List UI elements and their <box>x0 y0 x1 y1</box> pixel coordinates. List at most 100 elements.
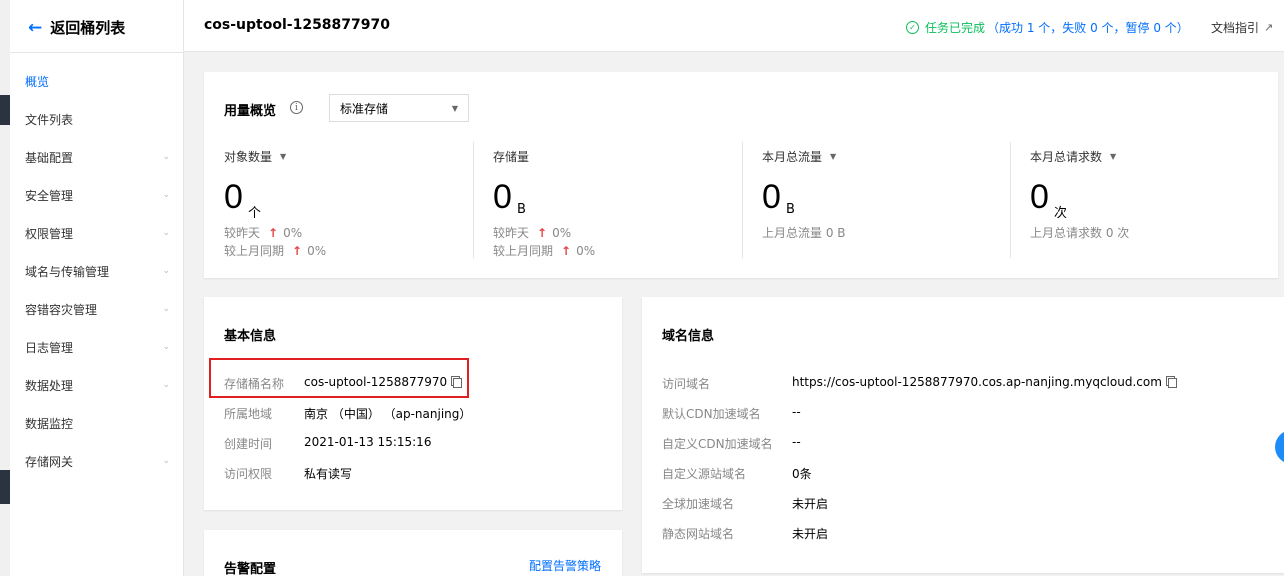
metric-label: 对象数量 <box>224 150 273 164</box>
caret-down-icon: ▼ <box>451 103 458 113</box>
sidebar-item-label: 数据处理 <box>25 378 74 393</box>
sidebar-item-label: 权限管理 <box>25 226 74 241</box>
sidebar-item-file-list[interactable]: 文件列表 <box>25 109 170 129</box>
left-edge-strip <box>0 0 10 576</box>
storage-class-value: 标准存储 <box>340 101 389 116</box>
chevron-down-icon: ⌄ <box>162 228 170 238</box>
domain-row-default-cdn: 默认CDN加速域名 -- <box>662 405 1262 422</box>
metric-unit: B <box>517 202 526 217</box>
info-key: 自定义源站域名 <box>662 467 747 481</box>
metric-compare-yesterday: 较昨天 ↑ 0% <box>224 224 302 241</box>
access-domain-value: https://cos-uptool-1258877970.cos.ap-nan… <box>792 375 1162 389</box>
chevron-down-icon: ⌄ <box>162 304 170 314</box>
metric-monthly-traffic: 本月总流量 ▼ 0 B 上月总流量 0 B <box>742 142 1010 262</box>
metric-monthly-requests: 本月总请求数 ▼ 0 次 上月总请求数 0 次 <box>1010 142 1278 262</box>
info-value: 未开启 <box>792 527 829 541</box>
alarm-title: 告警配置 <box>224 562 277 576</box>
info-value: 南京 （中国） （ap-nanjing） <box>304 407 472 421</box>
sidebar-item-domain-transfer[interactable]: 域名与传输管理 ⌄ <box>25 261 170 281</box>
sidebar-item-label: 安全管理 <box>25 188 74 203</box>
metric-label-wrap: 存储量 <box>493 148 529 165</box>
sidebar-item-label: 基础配置 <box>25 150 74 165</box>
sidebar-item-monitoring[interactable]: 数据监控 <box>25 413 170 433</box>
alarm-config-card: 告警配置 配置告警策略 <box>204 530 622 576</box>
chevron-down-icon: ⌄ <box>162 342 170 352</box>
sidebar-item-basic-config[interactable]: 基础配置 ⌄ <box>25 147 170 167</box>
metric-value: 0 <box>1030 178 1049 216</box>
metric-storage: 存储量 0 B 较昨天 ↑ 0% 较上月同期 ↑ 0% <box>473 142 741 262</box>
metric-label-wrap[interactable]: 本月总流量 ▼ <box>762 148 836 165</box>
arrow-up-icon: ↑ <box>561 243 572 258</box>
info-key: 全球加速域名 <box>662 497 735 511</box>
metric-label-wrap[interactable]: 对象数量 ▼ <box>224 148 286 165</box>
metric-unit: 个 <box>248 206 262 221</box>
metric-value: 0 <box>493 178 512 216</box>
metric-object-count: 对象数量 ▼ 0 个 较昨天 ↑ 0% 较上月同期 ↑ 0% <box>204 142 472 262</box>
usage-overview-card: 用量概览 i 标准存储 ▼ 对象数量 ▼ 0 个 较昨天 ↑ 0% 较上月同期 … <box>204 72 1278 278</box>
info-row-created: 创建时间 2021-01-13 15:15:16 <box>224 435 614 452</box>
sidebar-item-logs[interactable]: 日志管理 ⌄ <box>25 337 170 357</box>
sidebar-item-overview[interactable]: 概览 <box>25 71 170 91</box>
metric-value: 0 <box>224 178 243 216</box>
info-value: 未开启 <box>792 497 829 511</box>
info-value: 私有读写 <box>304 467 353 481</box>
metric-compare-last-month: 较上月同期 ↑ 0% <box>493 242 595 259</box>
caret-down-icon: ▼ <box>1110 152 1117 161</box>
compare-value: 0% <box>552 225 572 240</box>
info-icon[interactable]: i <box>290 101 303 114</box>
info-key: 所属地域 <box>224 407 273 421</box>
metric-compare-last-month: 较上月同期 ↑ 0% <box>224 242 326 259</box>
back-label: 返回桶列表 <box>50 19 126 37</box>
task-status[interactable]: ✓ 任务已完成 （成功 1 个，失败 0 个，暂停 0 个） <box>906 19 1189 36</box>
sidebar-item-label: 数据监控 <box>25 416 74 431</box>
domain-row-static-website: 静态网站域名 未开启 <box>662 525 1262 542</box>
basic-info-title: 基本信息 <box>224 329 277 344</box>
metric-value: 0 <box>762 178 781 216</box>
chevron-down-icon: ⌄ <box>162 456 170 466</box>
metric-unit: 次 <box>1054 206 1068 221</box>
info-key: 默认CDN加速域名 <box>662 407 761 421</box>
doc-guide-label: 文档指引 <box>1211 21 1260 35</box>
storage-class-select[interactable]: 标准存储 ▼ <box>329 94 469 122</box>
check-circle-icon: ✓ <box>906 21 919 34</box>
sidebar: ← 返回桶列表 概览 文件列表 基础配置 ⌄ 安全管理 ⌄ 权限管理 ⌄ 域名与… <box>10 0 184 576</box>
metric-divider <box>742 142 743 258</box>
metric-label-wrap[interactable]: 本月总请求数 ▼ <box>1030 148 1116 165</box>
compare-label: 较上月同期 <box>493 244 554 258</box>
metric-divider <box>473 142 474 258</box>
sidebar-item-label: 概览 <box>25 74 50 89</box>
info-key: 访问权限 <box>224 467 273 481</box>
sidebar-item-label: 文件列表 <box>25 112 74 127</box>
caret-down-icon: ▼ <box>280 152 287 161</box>
basic-info-card: 基本信息 存储桶名称 cos-uptool-1258877970 所属地域 南京… <box>204 297 622 510</box>
domain-info-card: 域名信息 访问域名 https://cos-uptool-1258877970.… <box>642 297 1284 573</box>
domain-row-access: 访问域名 https://cos-uptool-1258877970.cos.a… <box>662 375 1262 392</box>
sidebar-item-data-processing[interactable]: 数据处理 ⌄ <box>25 375 170 395</box>
chevron-down-icon: ⌄ <box>162 190 170 200</box>
sidebar-item-label: 容错容灾管理 <box>25 302 98 317</box>
sidebar-divider <box>10 52 183 53</box>
back-to-bucket-list-button[interactable]: ← 返回桶列表 <box>28 17 125 38</box>
sidebar-item-storage-gateway[interactable]: 存储网关 ⌄ <box>25 451 170 471</box>
metric-last-month: 上月总请求数 0 次 <box>1030 226 1130 240</box>
configure-alarm-link[interactable]: 配置告警策略 <box>529 557 601 574</box>
compare-label: 较上月同期 <box>224 244 285 258</box>
edge-mark <box>0 470 10 504</box>
arrow-up-icon: ↑ <box>537 225 548 240</box>
metric-label: 存储量 <box>493 150 530 164</box>
info-key: 自定义CDN加速域名 <box>662 437 773 451</box>
domain-info-title: 域名信息 <box>662 329 715 344</box>
sidebar-item-permissions[interactable]: 权限管理 ⌄ <box>25 223 170 243</box>
copy-icon[interactable] <box>1167 378 1177 388</box>
sidebar-item-fault-tolerance[interactable]: 容错容灾管理 ⌄ <box>25 299 170 319</box>
sidebar-item-label: 日志管理 <box>25 340 74 355</box>
doc-guide-link[interactable]: 文档指引 ↗ <box>1211 19 1273 36</box>
external-link-icon: ↗ <box>1264 21 1274 34</box>
info-row-access: 访问权限 私有读写 <box>224 465 614 482</box>
info-value: -- <box>792 405 801 419</box>
arrow-up-icon: ↑ <box>268 225 279 240</box>
compare-value: 0% <box>283 225 303 240</box>
info-value: 0条 <box>792 467 812 481</box>
sidebar-item-security[interactable]: 安全管理 ⌄ <box>25 185 170 205</box>
caret-down-icon: ▼ <box>830 152 837 161</box>
